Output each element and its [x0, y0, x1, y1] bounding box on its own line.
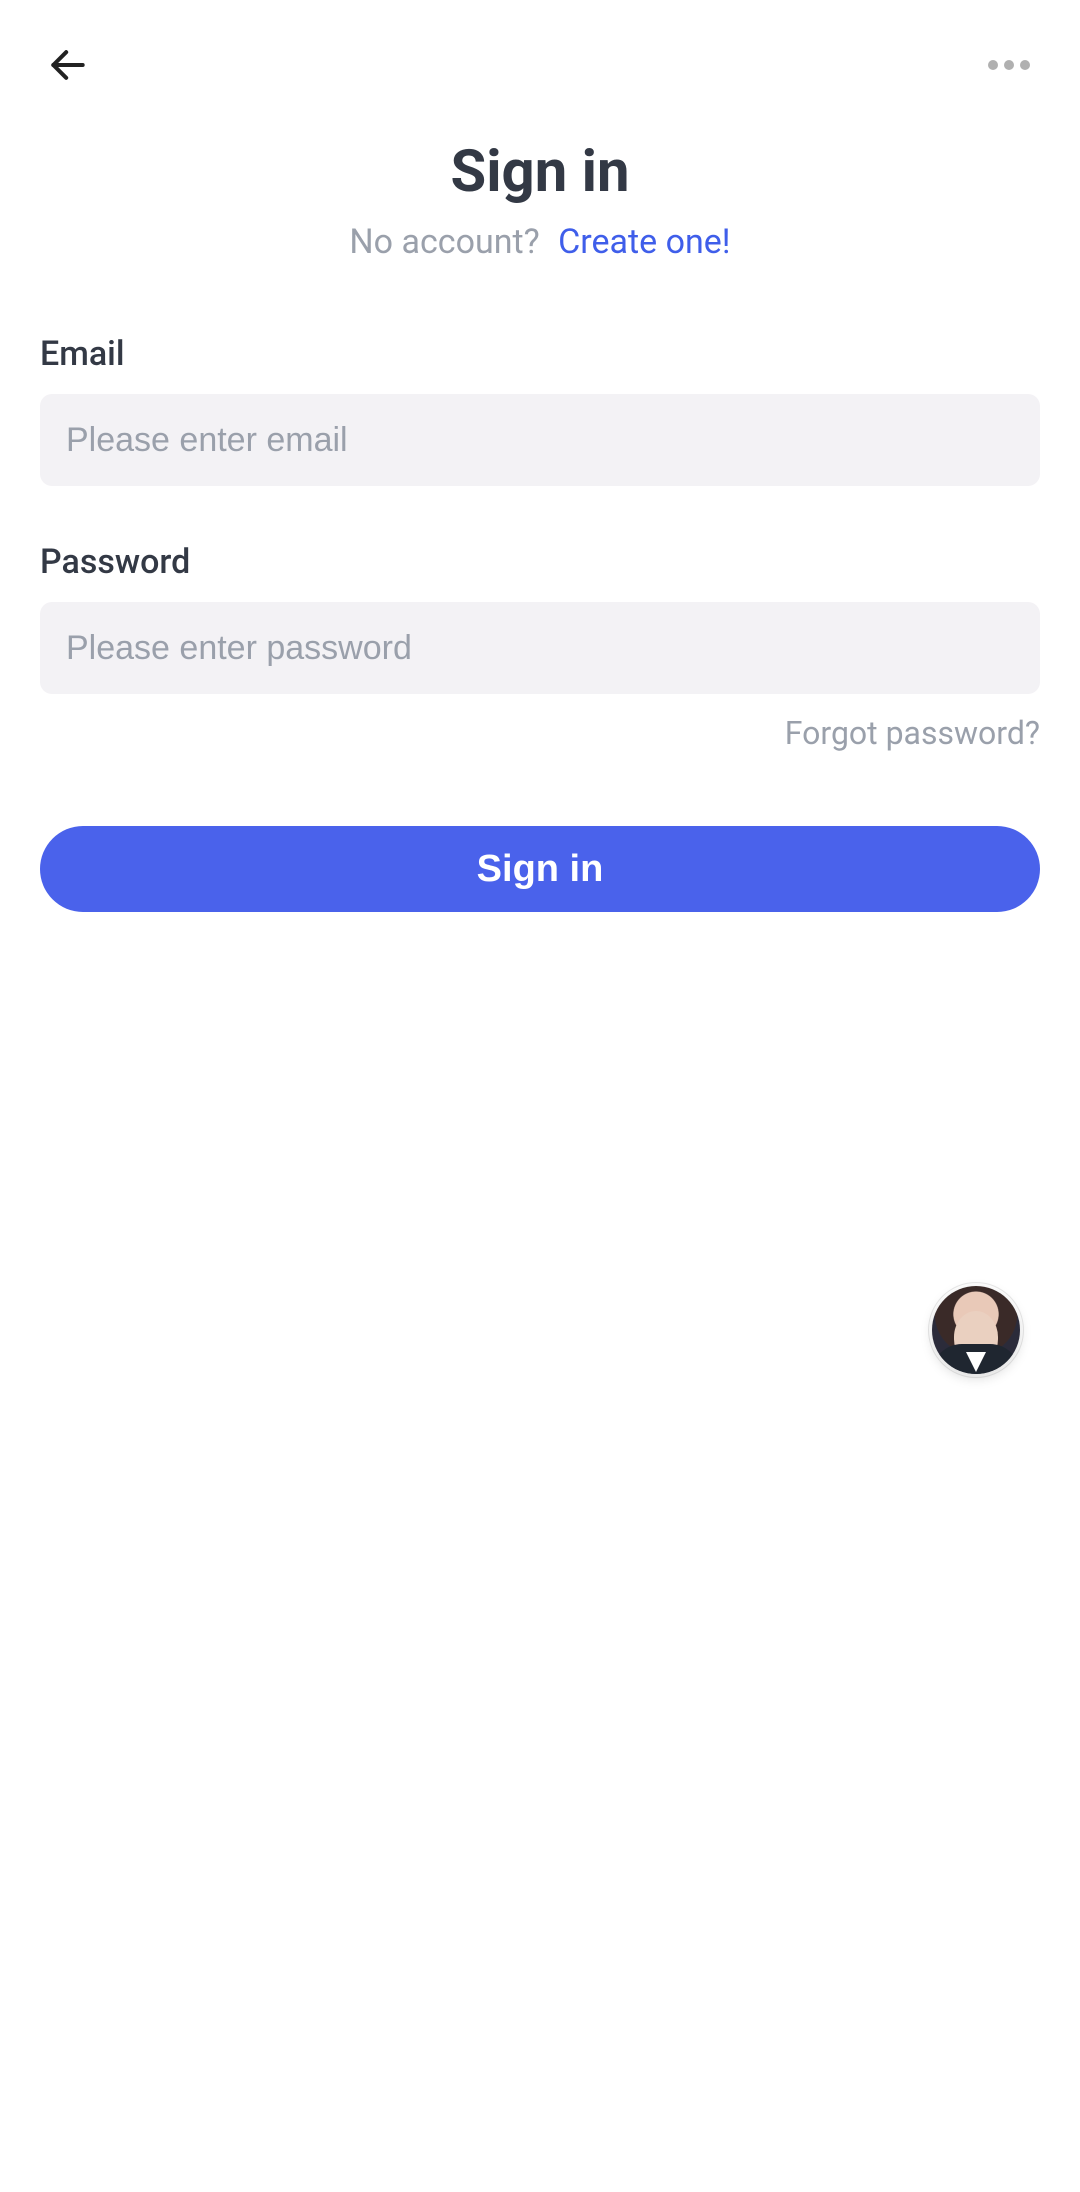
password-input[interactable]	[40, 602, 1040, 694]
content-area: Sign in No account? Create one! Email Pa…	[0, 130, 1080, 912]
email-field-group: Email	[40, 334, 1040, 486]
password-field-group: Password	[40, 542, 1040, 694]
subtitle-row: No account? Create one!	[40, 222, 1040, 262]
dots-icon	[988, 60, 998, 70]
signin-form: Email Password Forgot password? Sign in	[40, 334, 1040, 912]
arrow-left-icon	[46, 43, 90, 87]
email-label: Email	[40, 334, 1040, 374]
top-bar	[0, 0, 1080, 130]
forgot-password-row: Forgot password?	[40, 714, 1040, 752]
create-account-link[interactable]: Create one!	[558, 222, 730, 262]
back-button[interactable]	[40, 37, 96, 93]
password-label: Password	[40, 542, 1040, 582]
avatar-icon	[966, 1352, 986, 1372]
signin-button[interactable]: Sign in	[40, 826, 1040, 912]
page-title: Sign in	[40, 138, 1040, 206]
chat-avatar-button[interactable]	[932, 1286, 1020, 1374]
dots-icon	[1004, 60, 1014, 70]
more-options-button[interactable]	[978, 50, 1040, 80]
forgot-password-link[interactable]: Forgot password?	[785, 714, 1040, 752]
email-input[interactable]	[40, 394, 1040, 486]
no-account-text: No account?	[349, 222, 539, 262]
dots-icon	[1020, 60, 1030, 70]
